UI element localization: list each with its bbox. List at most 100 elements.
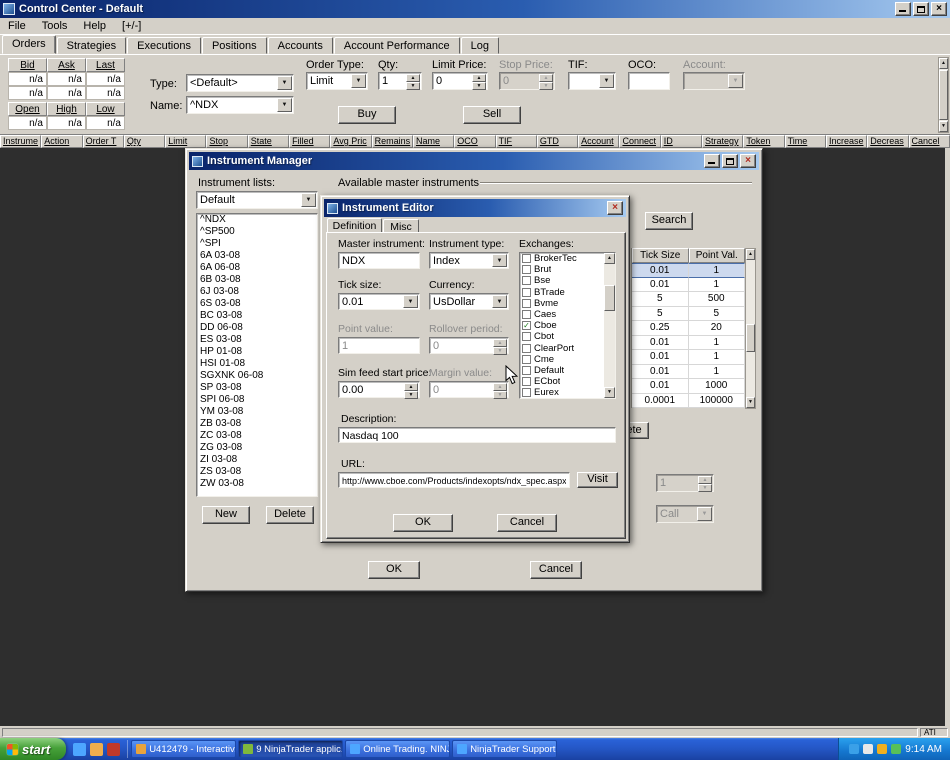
orders-grid-column-header[interactable]: Stop	[206, 135, 248, 148]
quote-header-cell[interactable]: Last	[86, 58, 125, 72]
instrument-list-item[interactable]: ZW 03-08	[197, 478, 317, 490]
tray-shield-icon[interactable]	[877, 744, 888, 754]
exchange-option-cme[interactable]: Cme	[520, 354, 604, 365]
master-table-row[interactable]: 0.01 1	[632, 263, 745, 278]
taskbar-task-4[interactable]: NinjaTrader Support ...	[452, 740, 558, 758]
orders-scrollbar[interactable]: ▲ ▼	[938, 57, 949, 133]
new-button[interactable]: New	[202, 506, 250, 524]
quote-header-cell[interactable]: Ask	[47, 58, 86, 72]
orders-grid-column-header[interactable]: Order T	[82, 135, 124, 148]
minimize-button[interactable]	[704, 154, 720, 168]
url-input[interactable]: http://www.cboe.com/Products/indexopts/n…	[338, 472, 570, 488]
search-button[interactable]: Search	[645, 212, 693, 230]
orders-grid-column-header[interactable]: Limit	[165, 135, 207, 148]
tray-network-icon[interactable]	[849, 744, 860, 754]
spin-down-icon[interactable]: ▼	[472, 82, 486, 90]
instrument-list-item[interactable]: ES 03-08	[197, 334, 317, 346]
order-type-select[interactable]: Limit ▼	[306, 72, 368, 90]
oco-input[interactable]	[628, 72, 670, 90]
checkbox-icon[interactable]	[522, 276, 531, 286]
orders-grid-column-header[interactable]: OCO	[454, 135, 496, 148]
quote-header-cell[interactable]: Low	[86, 102, 125, 116]
tray-app-icon[interactable]	[891, 744, 902, 754]
sell-button[interactable]: Sell	[463, 106, 521, 124]
checkbox-icon[interactable]	[522, 298, 531, 308]
buy-button[interactable]: Buy	[338, 106, 396, 124]
orders-grid-column-header[interactable]: Strategy	[702, 135, 744, 148]
tab-log[interactable]: Log	[460, 37, 499, 54]
instrument-list-item[interactable]: ^SP500	[197, 226, 317, 238]
master-table-row[interactable]: 0.0001 100000	[632, 393, 745, 408]
quote-header-cell[interactable]: Bid	[8, 58, 47, 72]
master-table-row[interactable]: 5 500	[632, 292, 745, 307]
maximize-button[interactable]	[913, 2, 929, 16]
tab-positions[interactable]: Positions	[201, 37, 267, 54]
name-select[interactable]: ^NDX ▼	[186, 96, 294, 114]
checkbox-icon[interactable]	[522, 265, 531, 275]
master-table-row[interactable]: 0.01 1	[632, 364, 745, 379]
instrument-lists-select[interactable]: Default ▼	[196, 191, 318, 209]
quick-launch-icon-ie[interactable]	[73, 742, 87, 756]
checkbox-icon[interactable]	[522, 332, 531, 342]
chevron-down-icon[interactable]: ▼	[277, 98, 292, 112]
editor-cancel-button[interactable]: Cancel	[497, 514, 557, 532]
orders-grid-column-header[interactable]: Increase	[825, 135, 868, 148]
maximize-button[interactable]	[722, 154, 738, 168]
description-input[interactable]: Nasdaq 100	[338, 427, 616, 443]
exchange-option-ecbot[interactable]: ECbot	[520, 376, 604, 387]
quick-launch-icon-app[interactable]	[107, 742, 121, 756]
tab-orders[interactable]: Orders	[2, 35, 56, 54]
instrument-list-item[interactable]: ZI 03-08	[197, 454, 317, 466]
orders-grid-column-header[interactable]: Action	[41, 135, 83, 148]
instrument-list-item[interactable]: YM 03-08	[197, 406, 317, 418]
tab-misc[interactable]: Misc	[383, 219, 419, 233]
quote-header-cell[interactable]: High	[47, 102, 86, 116]
tab-definition[interactable]: Definition	[327, 218, 382, 233]
chevron-down-icon[interactable]: ▼	[277, 76, 292, 90]
checkbox-icon[interactable]: ✓	[522, 321, 531, 331]
instrument-list-item[interactable]: SP 03-08	[197, 382, 317, 394]
start-button[interactable]: start	[0, 738, 67, 760]
scroll-down-icon[interactable]: ▼	[939, 121, 948, 132]
instrument-list-item[interactable]: ^SPI	[197, 238, 317, 250]
checkbox-icon[interactable]	[522, 354, 531, 364]
checkbox-icon[interactable]	[522, 254, 531, 264]
quick-launch-icon-mail[interactable]	[90, 742, 104, 756]
instrument-list-item[interactable]: ZB 03-08	[197, 418, 317, 430]
scroll-up-icon[interactable]: ▲	[604, 253, 615, 264]
instrument-listbox[interactable]: ^NDX ^SP500 ^SPI 6A 03-08 6A 06-08 6B 03-08 6J…	[196, 213, 318, 497]
exchange-option-default[interactable]: Default	[520, 365, 604, 376]
close-button[interactable]: ×	[607, 201, 623, 215]
instrument-list-item[interactable]: SGXNK 06-08	[197, 370, 317, 382]
menu-file[interactable]: File	[0, 19, 34, 33]
exchange-option-bse[interactable]: Bse	[520, 275, 604, 286]
taskbar-task-2[interactable]: 9 NinjaTrader applic...	[238, 740, 344, 758]
tif-select[interactable]: ▼	[568, 72, 616, 90]
scroll-down-icon[interactable]: ▼	[746, 397, 755, 408]
exchange-option-caes[interactable]: Caes	[520, 309, 604, 320]
chevron-down-icon[interactable]: ▼	[301, 193, 316, 207]
close-button[interactable]: ×	[931, 2, 947, 16]
exchange-option-btrade[interactable]: BTrade	[520, 287, 604, 298]
type-select[interactable]: <Default> ▼	[186, 74, 294, 92]
exchange-option-eurex[interactable]: Eurex	[520, 387, 604, 398]
tab-account-performance[interactable]: Account Performance	[333, 37, 460, 54]
exchange-option-cboe[interactable]: ✓ Cboe	[520, 320, 604, 331]
manager-cancel-button[interactable]: Cancel	[530, 561, 582, 579]
instrument-list-item[interactable]: 6S 03-08	[197, 298, 317, 310]
master-table-column-header[interactable]: Tick Size	[632, 248, 689, 263]
orders-grid-column-header[interactable]: ID	[660, 135, 703, 148]
master-table-row[interactable]: 0.01 1	[632, 350, 745, 365]
scroll-up-icon[interactable]: ▲	[746, 249, 755, 260]
menu-tools[interactable]: Tools	[34, 19, 76, 33]
quote-header-cell[interactable]: Open	[8, 102, 47, 116]
orders-grid-column-header[interactable]: Qty	[123, 135, 166, 148]
exchange-option-brut[interactable]: Brut	[520, 264, 604, 275]
scroll-up-icon[interactable]: ▲	[939, 58, 948, 69]
orders-grid-column-header[interactable]: Time	[784, 135, 826, 148]
chevron-down-icon[interactable]: ▼	[403, 295, 418, 308]
checkbox-icon[interactable]	[522, 377, 531, 387]
minimize-button[interactable]	[895, 2, 911, 16]
chevron-down-icon[interactable]: ▼	[599, 74, 614, 88]
chevron-down-icon[interactable]: ▼	[351, 74, 366, 88]
